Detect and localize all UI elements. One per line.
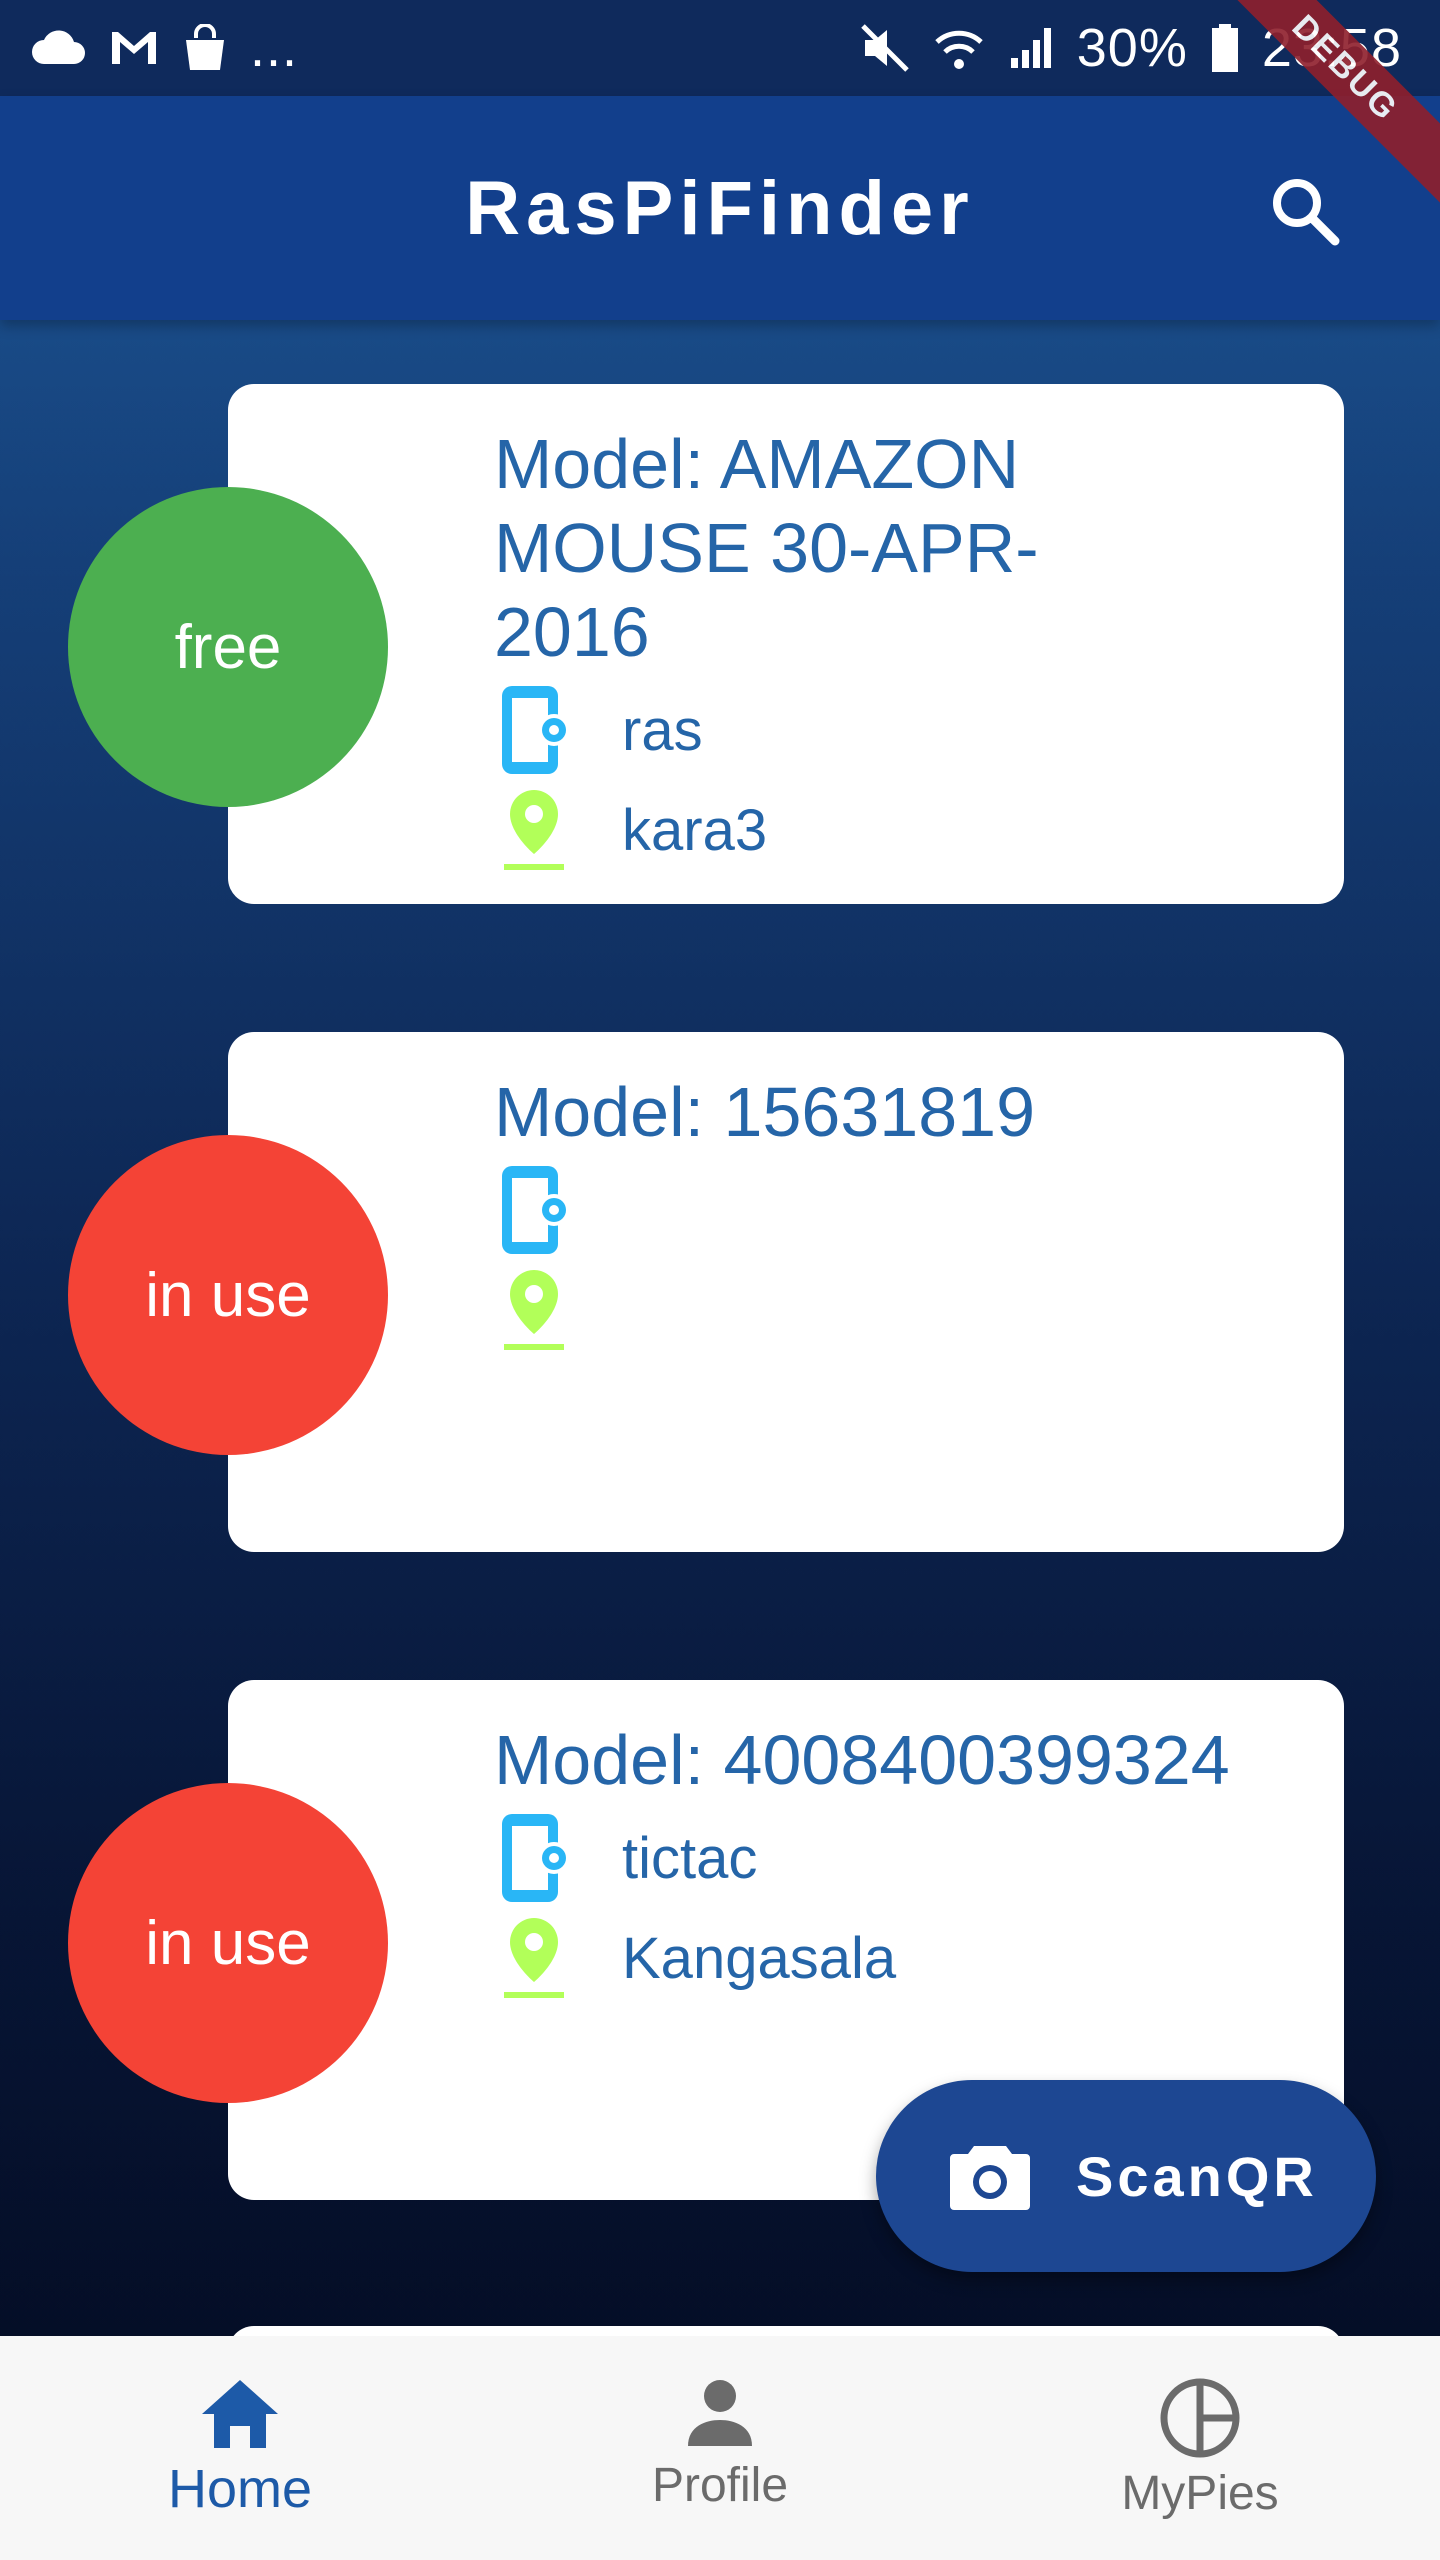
bottom-navigation: Home Profile MyPies	[0, 2336, 1440, 2560]
status-bar-left: ...	[30, 17, 298, 79]
more-notifications: ...	[250, 18, 299, 78]
person-icon	[688, 2380, 752, 2446]
device-name-row: ras	[494, 680, 1274, 780]
battery-icon	[1210, 22, 1240, 74]
device-name-row: tictac	[494, 1808, 1274, 1908]
wifi-icon	[933, 22, 985, 74]
device-name: tictac	[622, 1825, 758, 1891]
nav-home-label: Home	[167, 2459, 313, 2519]
status-badge: in use	[68, 1135, 388, 1455]
search-icon	[1273, 179, 1340, 246]
device-card[interactable]: free Model: AMAZON MOUSE 30-APR-2016 ras…	[0, 384, 1440, 904]
camera-icon	[950, 2146, 1030, 2210]
card-content: Model: 15631819	[494, 1070, 1274, 1360]
card-content: Model: 4008400399324 tictac Kangasala	[494, 1718, 1274, 2008]
status-badge: free	[68, 487, 388, 807]
device-card[interactable]: in use Model: 15631819	[0, 1032, 1440, 1552]
location-pin-icon	[494, 1910, 590, 2006]
status-label: free	[174, 612, 282, 682]
nav-profile[interactable]: Profile	[480, 2336, 960, 2560]
nav-home[interactable]: Home	[0, 2336, 480, 2560]
status-label: in use	[145, 1260, 311, 1330]
cloud-icon	[30, 28, 86, 68]
pie-icon	[1160, 2378, 1240, 2458]
mute-icon	[859, 22, 911, 74]
shopping-bag-icon	[182, 24, 228, 72]
nav-profile-label: Profile	[651, 2459, 789, 2512]
battery-percent: 30%	[1076, 18, 1188, 78]
scan-qr-label: ScanQR	[1076, 2144, 1318, 2208]
device-model: Model: 4008400399324	[494, 1721, 1230, 1799]
location-pin-icon	[494, 1262, 590, 1358]
nav-mypies-label: MyPies	[1121, 2467, 1279, 2520]
nav-mypies[interactable]: MyPies	[960, 2336, 1440, 2560]
device-name: ras	[622, 697, 703, 763]
signal-icon	[1007, 24, 1055, 72]
home-icon	[202, 2380, 278, 2448]
device-location-row: Kangasala	[494, 1908, 1274, 2008]
app-bar: RasPiFinder	[0, 96, 1440, 320]
device-location-row	[494, 1260, 1274, 1360]
device-location-row: kara3	[494, 780, 1274, 880]
status-badge: in use	[68, 1783, 388, 2103]
scan-qr-button[interactable]: ScanQR	[876, 2080, 1376, 2272]
device-settings-icon	[494, 1162, 590, 1258]
device-location: Kangasala	[622, 1925, 897, 1991]
app-title: RasPiFinder	[465, 165, 975, 251]
status-label: in use	[145, 1908, 311, 1978]
device-model: Model: 15631819	[494, 1073, 1035, 1151]
device-model: Model: AMAZON MOUSE 30-APR-2016	[494, 425, 1039, 671]
device-name-row	[494, 1160, 1274, 1260]
search-button[interactable]	[1260, 166, 1350, 256]
device-settings-icon	[494, 682, 590, 778]
status-bar: ... 30% 23:58	[0, 0, 1440, 96]
device-location: kara3	[622, 797, 768, 863]
location-pin-icon	[494, 782, 590, 878]
card-content: Model: AMAZON MOUSE 30-APR-2016 ras kara…	[494, 422, 1274, 880]
gmail-icon	[108, 28, 160, 68]
device-settings-icon	[494, 1810, 590, 1906]
